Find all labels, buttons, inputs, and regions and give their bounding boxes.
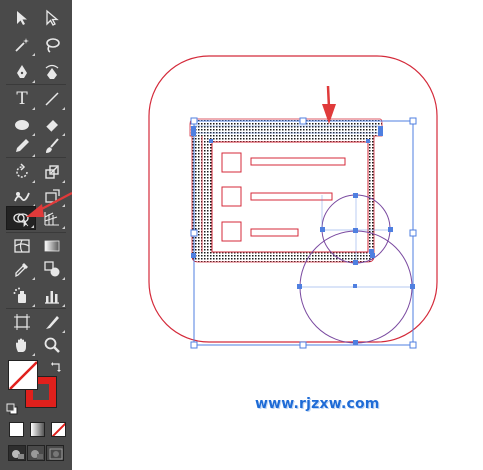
- symbol-sprayer-tool[interactable]: [8, 284, 36, 308]
- rotate-tool-icon: [16, 163, 28, 178]
- eraser-tool-icon: [45, 120, 58, 133]
- draw-normal-button[interactable]: [8, 445, 26, 461]
- selection-tool-icon: [17, 11, 27, 25]
- magic-wand-tool-icon: [15, 38, 29, 52]
- column-graph-tool-icon: [45, 291, 59, 304]
- curvature-tool-icon: [45, 64, 59, 79]
- magic-wand-tool[interactable]: [8, 33, 36, 57]
- hand-tool[interactable]: [8, 333, 36, 357]
- default-colors-icon: [6, 403, 18, 415]
- none-slash-icon: [52, 423, 65, 436]
- direct-selection-tool-icon: [46, 9, 59, 26]
- direct-selection-tool[interactable]: [38, 6, 66, 30]
- ellipse-tool-icon: [15, 120, 29, 130]
- selection-tool[interactable]: [8, 6, 36, 30]
- line-segment-tool-icon: [45, 92, 59, 106]
- paintbrush-tool-icon: [46, 138, 59, 153]
- swap-arrows-icon: [51, 362, 61, 372]
- hand-tool-icon: [16, 338, 26, 352]
- draw-normal-icon: [12, 450, 24, 459]
- curvature-tool[interactable]: [38, 60, 66, 84]
- symbol-sprayer-tool-icon: [13, 287, 26, 303]
- draw-behind-button[interactable]: [27, 445, 45, 461]
- pencil-tool-icon: [16, 139, 29, 152]
- eyedropper-tool[interactable]: [8, 257, 36, 281]
- zoom-tool-icon: [44, 337, 60, 353]
- pen-tool-icon: [17, 65, 27, 78]
- column-graph-tool[interactable]: [38, 284, 66, 308]
- none-slash-icon: [9, 361, 37, 389]
- draw-inside-button[interactable]: [46, 445, 64, 461]
- draw-inside-icon: [49, 448, 63, 460]
- color-mode-button[interactable]: [9, 422, 24, 437]
- fill-swatch[interactable]: [8, 360, 38, 390]
- scale-tool-icon: [45, 165, 59, 179]
- blend-tool-icon: [44, 261, 60, 277]
- zoom-tool[interactable]: [38, 333, 66, 357]
- slice-tool[interactable]: [38, 310, 66, 334]
- pen-tool[interactable]: [8, 60, 36, 84]
- line-segment-tool[interactable]: [38, 87, 66, 111]
- pencil-tool[interactable]: [8, 134, 36, 158]
- gradient-mode-button[interactable]: [30, 422, 45, 437]
- slice-tool-icon: [46, 316, 59, 329]
- none-mode-button[interactable]: [51, 422, 66, 437]
- lasso-tool[interactable]: [38, 33, 66, 57]
- watermark-text: www.rjzxw.com: [255, 396, 380, 412]
- default-fill-stroke-button[interactable]: [6, 400, 18, 415]
- type-tool[interactable]: T: [8, 87, 36, 111]
- artboard-canvas[interactable]: www.rjzxw.com: [72, 0, 483, 470]
- blend-tool[interactable]: [38, 257, 66, 281]
- scale-tool[interactable]: [38, 160, 66, 184]
- artboard-tool[interactable]: [8, 310, 36, 334]
- draw-behind-icon: [31, 450, 43, 459]
- swap-fill-stroke-button[interactable]: [50, 358, 62, 372]
- rotate-tool[interactable]: [8, 160, 36, 184]
- annotation-arrow-frame: [322, 85, 336, 124]
- type-tool-icon: T: [16, 89, 28, 109]
- paintbrush-tool[interactable]: [38, 134, 66, 158]
- lasso-tool-icon: [46, 38, 60, 53]
- eyedropper-tool-icon: [15, 263, 28, 278]
- artboard-tool-icon: [14, 314, 30, 330]
